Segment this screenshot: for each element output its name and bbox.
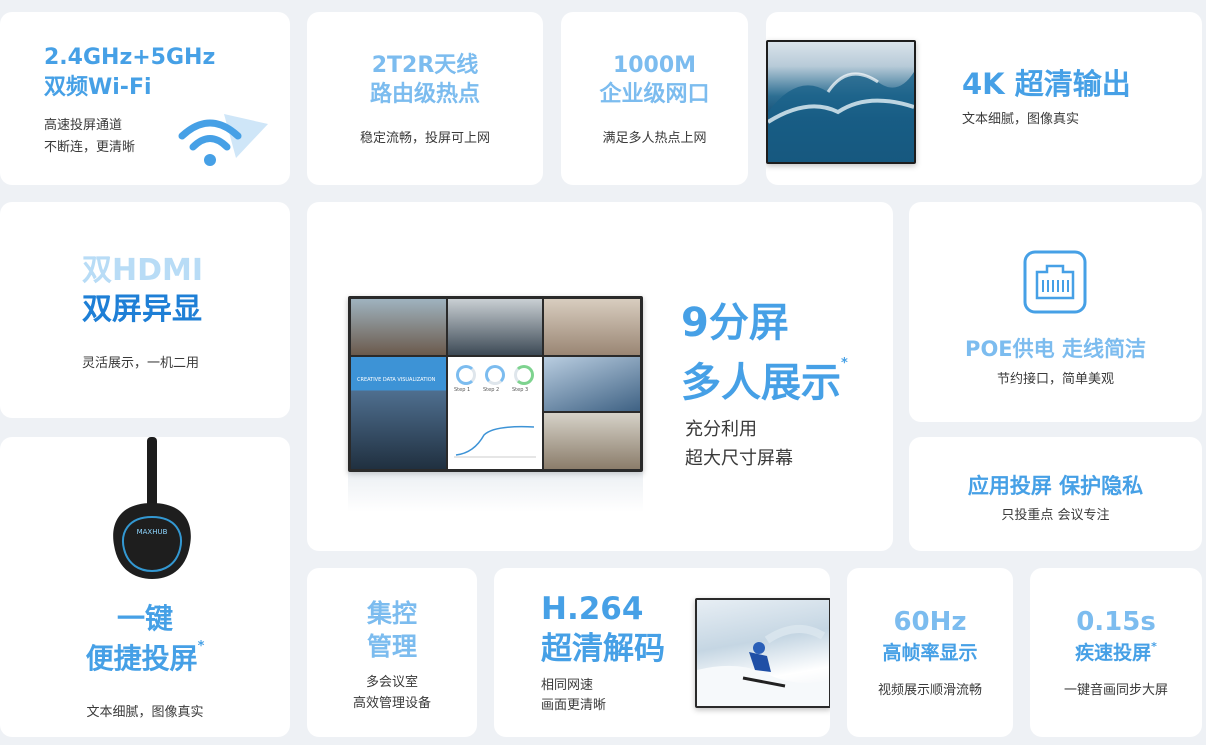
split-title-1: 9分屏 (681, 300, 789, 346)
speed-sub: 一键音画同步大屏 (1063, 683, 1168, 698)
hdmi-sub: 灵活展示，一机二用 (82, 356, 200, 371)
card-app-cast-privacy: 应用投屏 保护隐私 只投重点 会议专注 (909, 437, 1202, 551)
privacy-sub: 只投重点 会议专注 (1001, 508, 1110, 523)
card-network-port: 1000M 企业级网口 满足多人热点上网 (561, 12, 748, 185)
wave-tv-image (766, 40, 916, 164)
card-h264-decode: H.264 超清解码 相同网速 画面更清晰 (494, 568, 830, 737)
video-tile-1 (351, 299, 446, 355)
hz-title-1: 60Hz (893, 607, 967, 637)
card-poe: POE供电 走线简洁 节约接口，简单美观 (909, 202, 1202, 422)
speed-title-1: 0.15s (1076, 607, 1156, 637)
antenna-title-1: 2T2R天线 (371, 53, 479, 78)
card-4k-output: 4K 超清输出 文本细腻，图像真实 (766, 12, 1202, 185)
split-title-2-text: 多人展示 (681, 360, 841, 406)
port-title-2: 企业级网口 (599, 82, 710, 107)
card-antenna: 2T2R天线 路由级热点 稳定流畅，投屏可上网 (307, 12, 543, 185)
card-fast-cast: 0.15s 疾速投屏* 一键音画同步大屏 (1030, 568, 1202, 737)
tv-reflection (348, 472, 643, 512)
privacy-title: 应用投屏 保护隐私 (967, 474, 1144, 498)
wifi-title-2: 双频Wi-Fi (44, 75, 152, 100)
ring-chart-3 (514, 365, 534, 385)
skier-tv-image (695, 598, 830, 708)
wifi-sub-2: 不断连，更清晰 (44, 140, 136, 155)
ring-chart-2 (485, 365, 505, 385)
poe-sub: 节约接口，简单美观 (996, 372, 1114, 387)
onekey-title-1: 一键 (116, 602, 173, 635)
onekey-title-2-text: 便捷投屏 (85, 642, 198, 675)
card-nine-split: CREATIVE DATA VISUALIZATION Step 1 Step … (307, 202, 893, 551)
speed-title-2: 疾速投屏* (1030, 640, 1202, 666)
speed-asterisk: * (1151, 640, 1157, 653)
data-chart-panel: Step 1 Step 2 Step 3 (448, 357, 542, 469)
wifi-icon (178, 114, 268, 166)
hdmi-title-2: 双屏异显 (82, 292, 202, 327)
codec-sub-2: 画面更清晰 (541, 698, 607, 713)
video-tile-2 (448, 299, 542, 355)
ring-chart-1 (456, 365, 476, 385)
split-title-2: 多人展示* (681, 356, 848, 408)
codec-title-1: H.264 (541, 591, 644, 627)
hz-title-2: 高帧率显示 (882, 642, 978, 664)
port-title-1: 1000M (612, 53, 697, 78)
codec-title-2: 超清解码 (541, 631, 665, 667)
step-label-1: Step 1 (454, 387, 471, 393)
onekey-sub: 文本细腻，图像真实 (86, 705, 204, 720)
video-tile-9 (544, 413, 640, 469)
control-title-2: 管理 (366, 632, 417, 661)
mini-line-chart (454, 425, 536, 458)
control-title-1: 集控 (366, 599, 417, 628)
antenna-sub: 稳定流畅，投屏可上网 (359, 131, 490, 146)
video-tile-6 (544, 357, 640, 411)
card-60hz: 60Hz 高帧率显示 视频展示顺滑流畅 (847, 568, 1013, 737)
codec-sub-1: 相同网速 (541, 678, 594, 693)
onekey-asterisk: * (197, 639, 205, 654)
wireless-button-device: MAXHUB (113, 437, 191, 579)
control-sub-2: 高效管理设备 (352, 696, 431, 711)
split-asterisk: * (841, 356, 848, 371)
4k-sub: 文本细腻，图像真实 (962, 112, 1080, 127)
hz-sub: 视频展示顺滑流畅 (877, 683, 982, 698)
screen-banner-text: CREATIVE DATA VISUALIZATION (357, 377, 436, 383)
card-dual-band-wifi: 2.4GHz+5GHz 双频Wi-Fi 高速投屏通道 不断连，更清晰 (0, 12, 290, 185)
antenna-title-2: 路由级热点 (369, 82, 480, 107)
device-brand-text: MAXHUB (137, 528, 168, 536)
split-sub-1: 充分利用 (685, 419, 757, 440)
step-label-3: Step 3 (512, 387, 529, 393)
card-central-control: 集控 管理 多会议室 高效管理设备 (307, 568, 477, 737)
4k-title: 4K 超清输出 (962, 67, 1131, 101)
split-sub-2: 超大尺寸屏幕 (685, 448, 793, 469)
video-tile-3 (544, 299, 640, 355)
poe-title: POE供电 走线简洁 (965, 337, 1146, 361)
card-dual-hdmi: 双HDMI 双屏异显 灵活展示，一机二用 (0, 202, 290, 418)
wifi-sub-1: 高速投屏通道 (44, 118, 123, 133)
card-one-key-cast: MAXHUB 一键 便捷投屏* 文本细腻，图像真实 (0, 437, 290, 737)
split-screen-tv: CREATIVE DATA VISUALIZATION Step 1 Step … (348, 296, 643, 472)
onekey-title-2: 便捷投屏* (0, 639, 290, 676)
port-sub: 满足多人热点上网 (602, 131, 707, 146)
step-label-2: Step 2 (483, 387, 500, 393)
speed-title-2-text: 疾速投屏 (1075, 642, 1152, 664)
control-sub-1: 多会议室 (365, 675, 418, 690)
data-viz-banner: CREATIVE DATA VISUALIZATION (351, 357, 446, 469)
ethernet-port-icon (1023, 250, 1087, 314)
hdmi-title-1: 双HDMI (82, 253, 204, 288)
wifi-title-1: 2.4GHz+5GHz (44, 45, 216, 70)
